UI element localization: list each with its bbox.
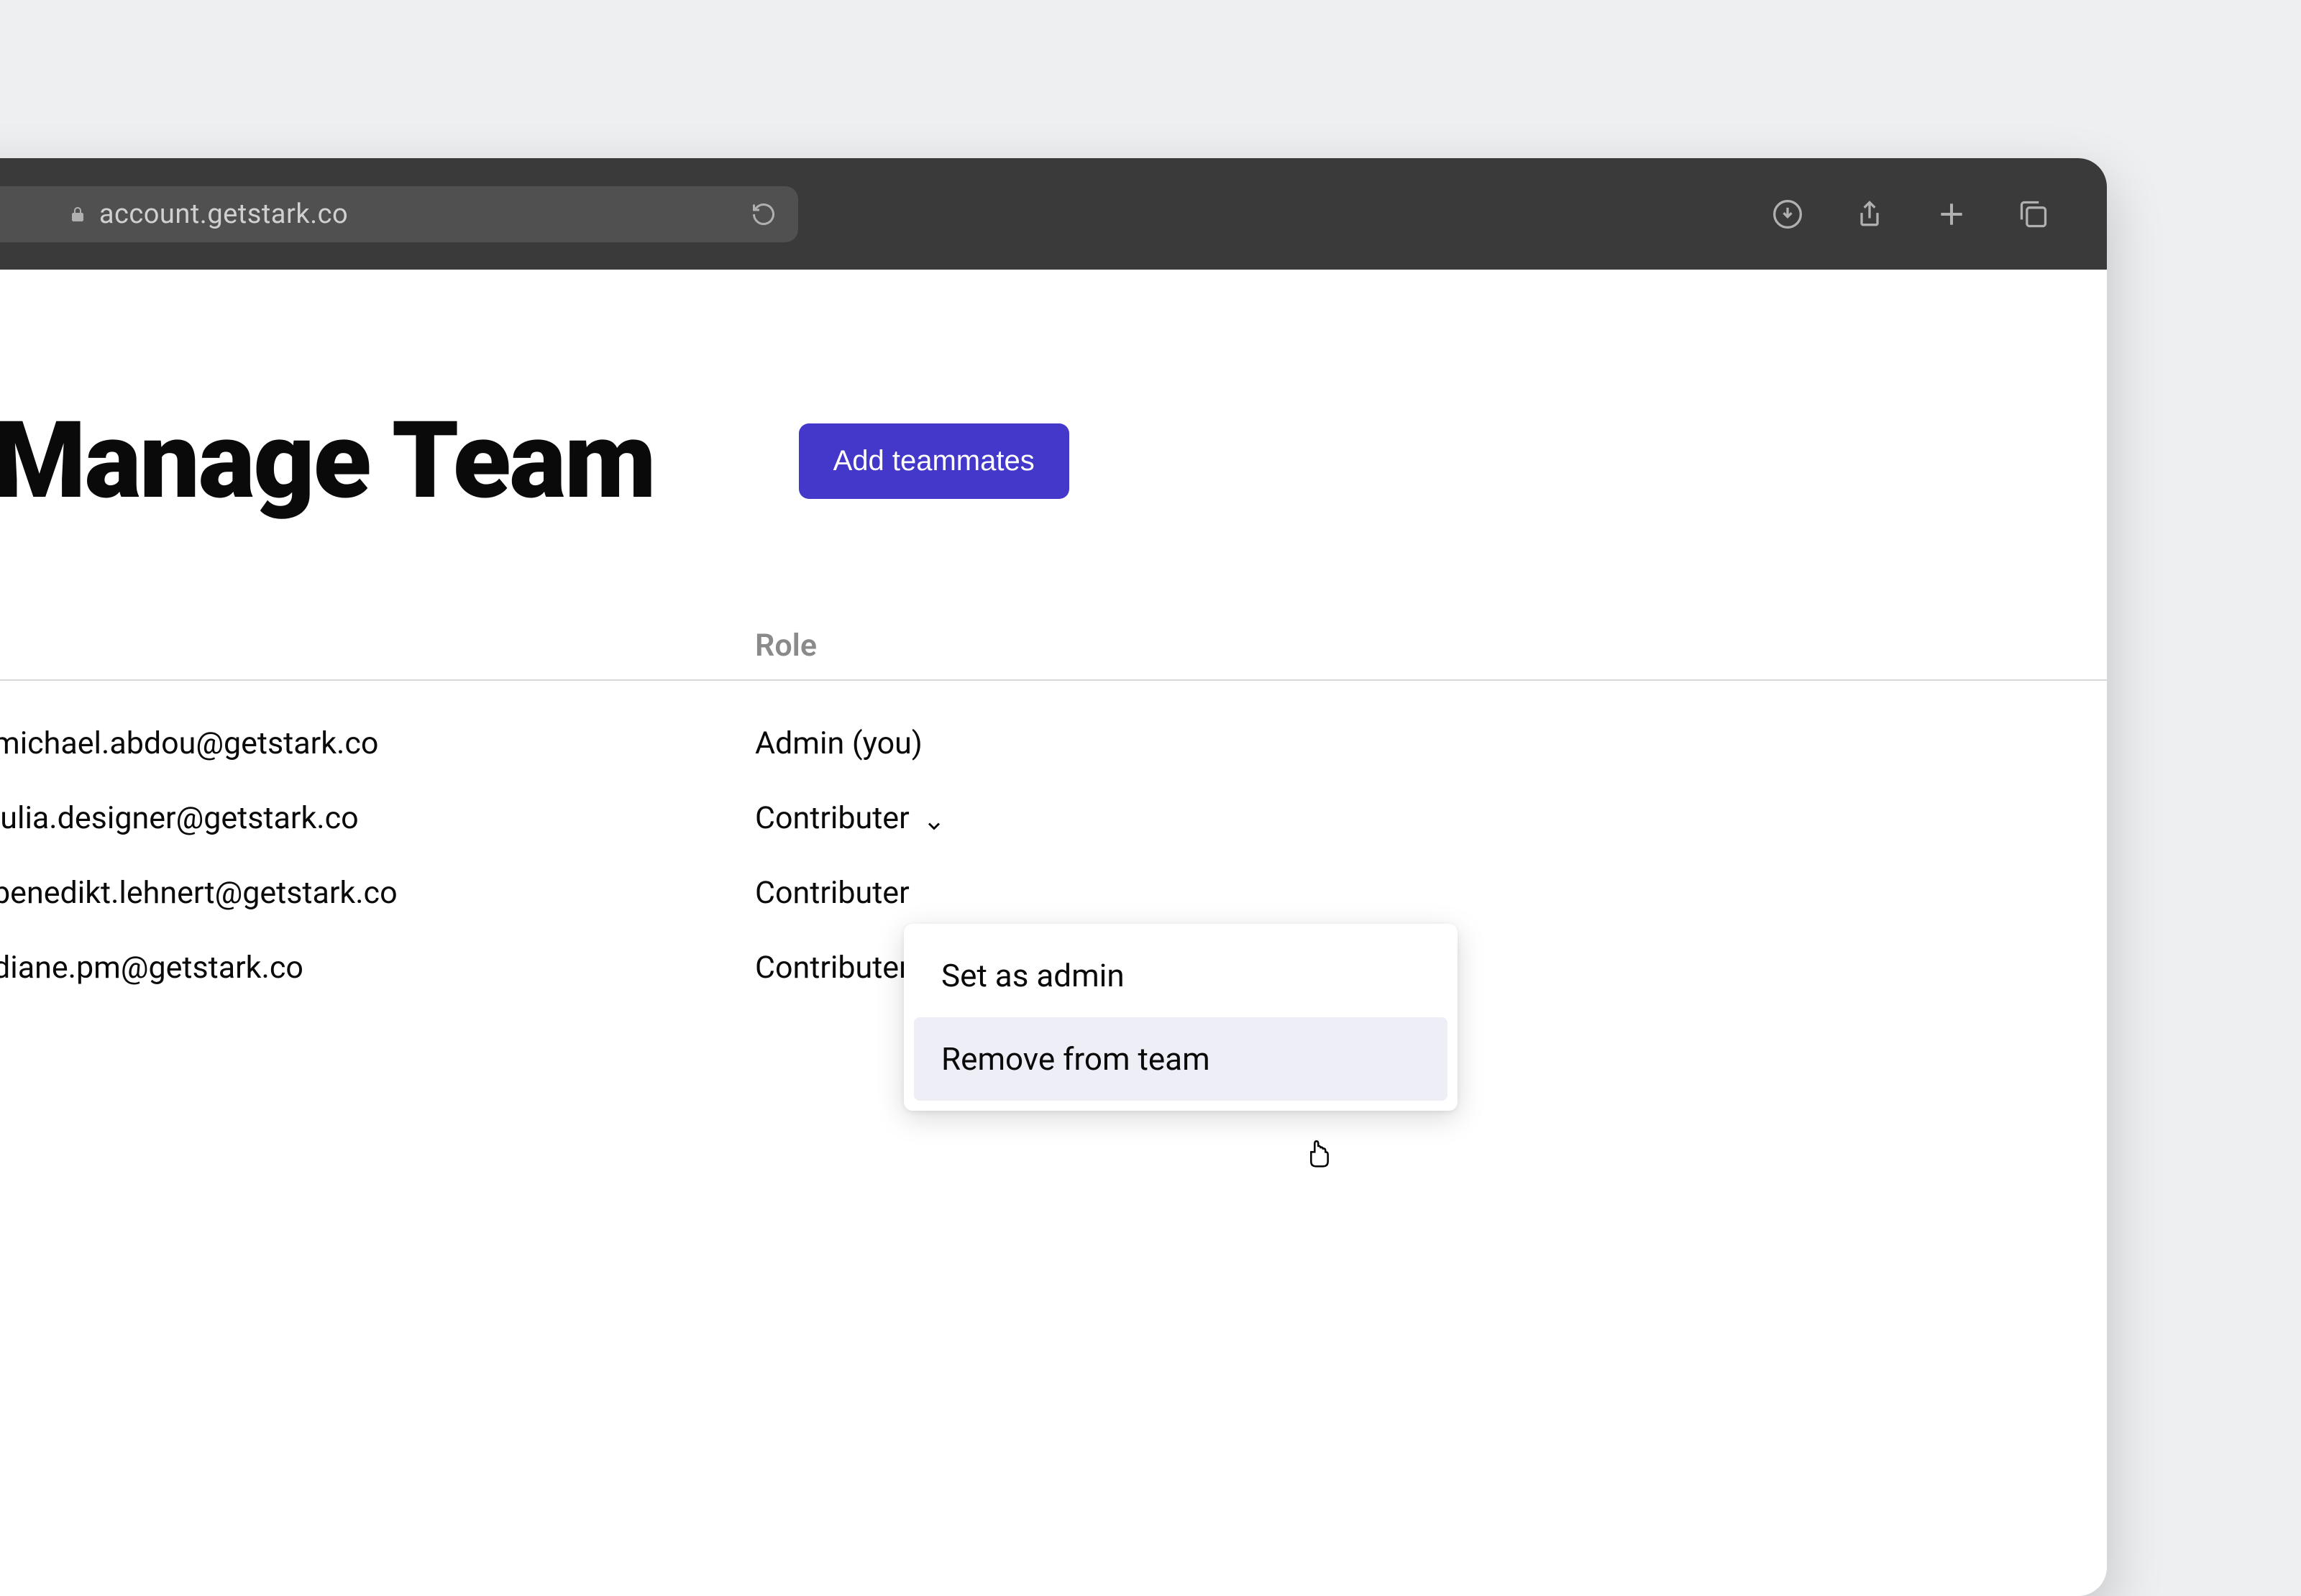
remove-from-team-item[interactable]: Remove from team bbox=[914, 1017, 1447, 1101]
tabs-icon[interactable] bbox=[2018, 198, 2049, 230]
role-label: Contributer bbox=[755, 875, 910, 911]
url-text: account.getstark.co bbox=[99, 198, 348, 230]
role-dropdown[interactable]: Contributer bbox=[755, 800, 944, 836]
table-row: julia.designer@getstark.co Contributer bbox=[0, 781, 2107, 856]
table-row: benedikt.lehnert@getstark.co Contributer bbox=[0, 856, 2107, 930]
role-column-header: Role bbox=[755, 628, 817, 664]
page-header: Manage Team Add teammates bbox=[0, 399, 2107, 523]
cursor-icon bbox=[1305, 1139, 1334, 1174]
role-label: Contributer bbox=[755, 800, 910, 836]
chevron-down-icon bbox=[924, 808, 944, 828]
role-label: Admin (you) bbox=[755, 725, 923, 761]
downloads-icon[interactable] bbox=[1772, 198, 1803, 230]
address-bar[interactable]: account.getstark.co bbox=[0, 186, 798, 242]
share-icon[interactable] bbox=[1854, 198, 1885, 230]
email-cell: diane.pm@getstark.co bbox=[0, 950, 755, 986]
role-label: Contributer bbox=[755, 950, 910, 986]
browser-chrome: account.getstark.co bbox=[0, 158, 2107, 270]
page-content: Manage Team Add teammates Role michael.a… bbox=[0, 270, 2107, 1005]
role-dropdown[interactable]: Contributer bbox=[755, 950, 910, 986]
browser-window: account.getstark.co bbox=[0, 158, 2107, 1596]
role-dropdown[interactable]: Contributer bbox=[755, 875, 910, 911]
toolbar-right bbox=[1772, 198, 2071, 230]
email-cell: julia.designer@getstark.co bbox=[0, 800, 755, 836]
email-cell: michael.abdou@getstark.co bbox=[0, 725, 755, 761]
table-header: Role bbox=[0, 628, 2107, 681]
add-teammates-button[interactable]: Add teammates bbox=[799, 423, 1069, 499]
role-dropdown-menu: Set as admin Remove from team bbox=[904, 924, 1458, 1111]
role-cell: Admin (you) bbox=[755, 725, 923, 761]
page-title: Manage Team bbox=[0, 399, 655, 523]
table-row: michael.abdou@getstark.co Admin (you) bbox=[0, 706, 2107, 781]
email-cell: benedikt.lehnert@getstark.co bbox=[0, 875, 755, 911]
set-as-admin-item[interactable]: Set as admin bbox=[914, 934, 1447, 1017]
refresh-icon[interactable] bbox=[751, 201, 777, 227]
lock-icon bbox=[69, 204, 86, 224]
new-tab-icon[interactable] bbox=[1936, 198, 1967, 230]
